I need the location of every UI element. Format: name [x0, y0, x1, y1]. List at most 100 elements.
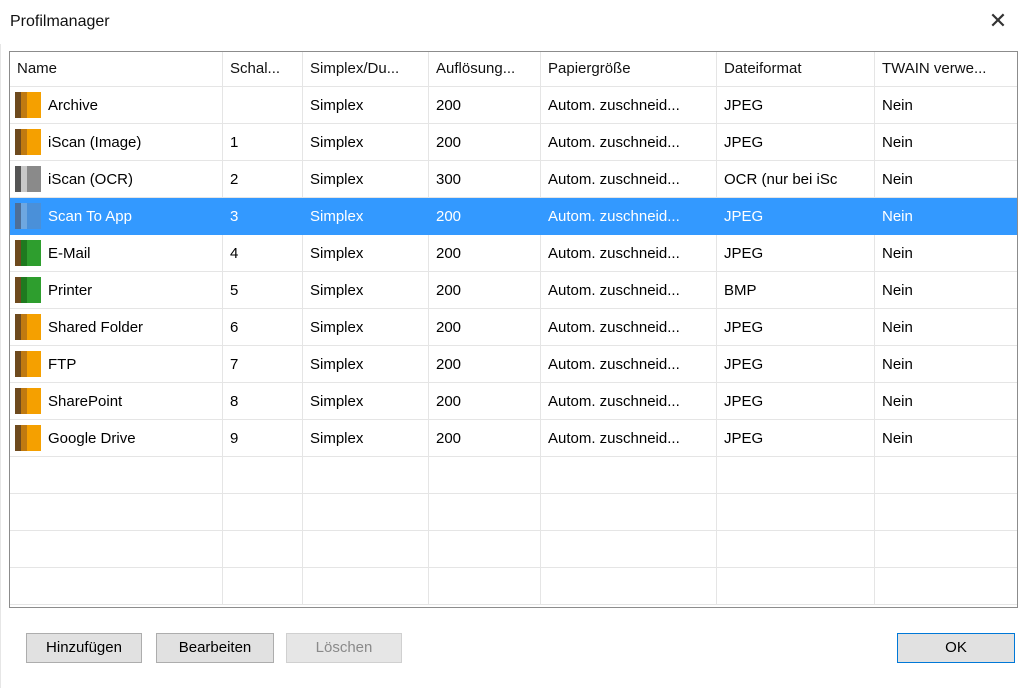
profile-resolution: 200 — [429, 346, 541, 383]
empty-cell — [223, 531, 303, 568]
profile-file-format: BMP — [717, 272, 875, 309]
column-header-mode[interactable]: Simplex/Du... — [303, 52, 429, 86]
empty-cell — [303, 568, 429, 605]
profile-resolution: 200 — [429, 198, 541, 235]
empty-cell — [875, 568, 1017, 605]
profile-twain: Nein — [875, 235, 1017, 272]
profile-twain: Nein — [875, 383, 1017, 420]
window-title: Profilmanager — [10, 13, 110, 30]
profile-name-label: Shared Folder — [48, 319, 144, 336]
profile-button: 1 — [223, 124, 303, 161]
table-row[interactable]: Printer 5 Simplex 200 Autom. zuschneid... BMP… — [10, 272, 1017, 309]
column-header-paper-size[interactable]: Papiergröße — [541, 52, 717, 86]
delete-button[interactable]: Löschen — [286, 633, 402, 663]
profile-file-format: JPEG — [717, 124, 875, 161]
empty-row — [10, 568, 1017, 605]
folder-orange-icon — [15, 388, 43, 414]
column-header-name[interactable]: Name — [10, 52, 223, 86]
profile-paper-size: Autom. zuschneid... — [541, 383, 717, 420]
profile-button: 6 — [223, 309, 303, 346]
empty-row — [10, 531, 1017, 568]
profile-file-format: JPEG — [717, 235, 875, 272]
profile-name: Google Drive — [10, 420, 223, 457]
empty-cell — [717, 531, 875, 568]
profile-name: Shared Folder — [10, 309, 223, 346]
profile-mode: Simplex — [303, 420, 429, 457]
folder-green-icon — [15, 277, 43, 303]
table-row[interactable]: SharePoint 8 Simplex 200 Autom. zuschneid...… — [10, 383, 1017, 420]
column-header-button[interactable]: Schal... — [223, 52, 303, 86]
add-button[interactable]: Hinzufügen — [26, 633, 142, 663]
empty-cell — [429, 568, 541, 605]
empty-cell — [10, 568, 223, 605]
profile-file-format: JPEG — [717, 420, 875, 457]
profile-name-label: Printer — [48, 282, 93, 299]
empty-cell — [429, 494, 541, 531]
folder-orange-icon — [15, 351, 43, 377]
empty-cell — [541, 457, 717, 494]
profile-paper-size: Autom. zuschneid... — [541, 87, 717, 124]
profile-paper-size: Autom. zuschneid... — [541, 346, 717, 383]
profile-button: 7 — [223, 346, 303, 383]
empty-cell — [429, 457, 541, 494]
profile-file-format: JPEG — [717, 87, 875, 124]
empty-cell — [223, 494, 303, 531]
column-header-twain[interactable]: TWAIN verwe... — [875, 52, 1017, 86]
profile-twain: Nein — [875, 87, 1017, 124]
folder-green-icon — [15, 240, 43, 266]
column-header-file-format[interactable]: Dateiformat — [717, 52, 875, 86]
ok-button[interactable]: OK — [897, 633, 1015, 663]
profile-name: Printer — [10, 272, 223, 309]
empty-cell — [875, 531, 1017, 568]
empty-cell — [303, 457, 429, 494]
column-header-resolution[interactable]: Auflösung... — [429, 52, 541, 86]
profile-name-label: Scan To App — [48, 208, 132, 225]
profile-twain: Nein — [875, 346, 1017, 383]
profile-paper-size: Autom. zuschneid... — [541, 235, 717, 272]
profile-button: 9 — [223, 420, 303, 457]
folder-orange-icon — [15, 129, 43, 155]
empty-cell — [717, 568, 875, 605]
profile-name: iScan (OCR) — [10, 161, 223, 198]
empty-row — [10, 494, 1017, 531]
profile-file-format: JPEG — [717, 309, 875, 346]
table-row[interactable]: iScan (Image) 1 Simplex 200 Autom. zuschneid… — [10, 124, 1017, 161]
profile-paper-size: Autom. zuschneid... — [541, 198, 717, 235]
edit-button[interactable]: Bearbeiten — [156, 633, 274, 663]
profile-twain: Nein — [875, 272, 1017, 309]
profile-button — [223, 87, 303, 124]
profile-name: E-Mail — [10, 235, 223, 272]
profile-resolution: 200 — [429, 235, 541, 272]
profile-mode: Simplex — [303, 161, 429, 198]
table-row[interactable]: Archive Simplex 200 Autom. zuschneid... JPEG… — [10, 87, 1017, 124]
table-row[interactable]: Shared Folder 6 Simplex 200 Autom. zuschneid… — [10, 309, 1017, 346]
profile-button: 3 — [223, 198, 303, 235]
empty-cell — [10, 531, 223, 568]
title-bar: Profilmanager ✕ — [0, 0, 1023, 44]
folder-gray-icon — [15, 166, 43, 192]
dialog-border — [0, 0, 1, 688]
profile-mode: Simplex — [303, 272, 429, 309]
list-rows: Archive Simplex 200 Autom. zuschneid... JPEG… — [10, 87, 1017, 605]
table-row[interactable]: iScan (OCR) 2 Simplex 300 Autom. zuschneid..… — [10, 161, 1017, 198]
profile-mode: Simplex — [303, 198, 429, 235]
profile-name: FTP — [10, 346, 223, 383]
profile-button: 2 — [223, 161, 303, 198]
profile-list[interactable]: Name Schal... Simplex/Du... Auflösung...… — [9, 51, 1018, 608]
table-row[interactable]: Scan To App 3 Simplex 200 Autom. zuschneid..… — [10, 198, 1017, 235]
empty-cell — [10, 494, 223, 531]
profile-name-label: iScan (OCR) — [48, 171, 134, 188]
table-row[interactable]: Google Drive 9 Simplex 200 Autom. zuschneid.… — [10, 420, 1017, 457]
table-row[interactable]: E-Mail 4 Simplex 200 Autom. zuschneid... JPEG… — [10, 235, 1017, 272]
profile-resolution: 300 — [429, 161, 541, 198]
profile-mode: Simplex — [303, 383, 429, 420]
profile-name-label: E-Mail — [48, 245, 91, 262]
profile-paper-size: Autom. zuschneid... — [541, 272, 717, 309]
table-row[interactable]: FTP 7 Simplex 200 Autom. zuschneid... JPEG Nei… — [10, 346, 1017, 383]
profile-file-format: JPEG — [717, 198, 875, 235]
empty-cell — [223, 457, 303, 494]
empty-cell — [10, 457, 223, 494]
folder-orange-icon — [15, 425, 43, 451]
list-header: Name Schal... Simplex/Du... Auflösung...… — [10, 52, 1017, 87]
close-icon[interactable]: ✕ — [985, 8, 1011, 34]
